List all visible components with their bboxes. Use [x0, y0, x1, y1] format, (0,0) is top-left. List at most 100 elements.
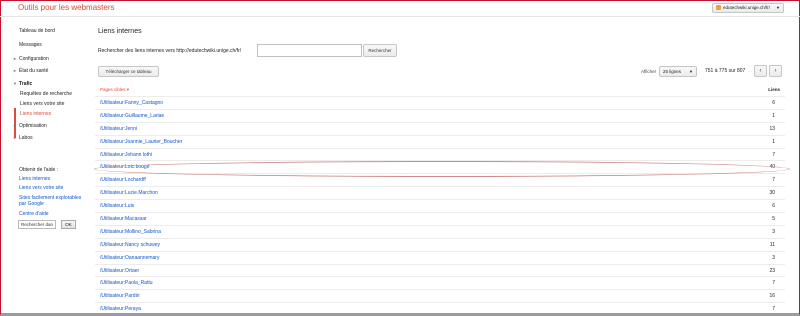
- link-count: 23: [769, 267, 775, 274]
- sidebar-item-optimisation[interactable]: ► Optimisation: [13, 123, 47, 129]
- column-header-links: Liens: [768, 87, 780, 92]
- link-count: 13: [769, 125, 775, 132]
- main-content: Liens internes Rechercher des liens inte…: [88, 17, 800, 313]
- table-row: /Utilisateur:Macassar 5: [95, 212, 785, 225]
- sidebar-item-configuration[interactable]: ► Configuration: [13, 56, 49, 62]
- chevron-down-icon: ▼: [776, 5, 780, 10]
- column-header-target-pages[interactable]: Pages cibles ▾: [100, 87, 129, 93]
- table-row: /Utilisateur:Paola_Rattu 7: [95, 276, 785, 289]
- target-page-link[interactable]: /Utilisateur:Nancy schuwey: [100, 242, 160, 248]
- search-label: Rechercher des liens internes vers http:…: [98, 48, 242, 54]
- target-page-link[interactable]: /Utilisateur:Johann lothi: [100, 152, 152, 158]
- chevron-right-icon: ►: [13, 68, 17, 73]
- target-page-link[interactable]: /Utilisateur:Paola_Rattu: [100, 280, 153, 286]
- top-bar: Outils pour les webmasters edutechwiki.u…: [0, 0, 800, 17]
- search-button[interactable]: Rechercher: [363, 44, 397, 57]
- table-row: /Utilisateur:Johann lothi 7: [95, 147, 785, 161]
- sidebar-item-dashboard[interactable]: Tableau de bord: [19, 28, 55, 34]
- chevron-down-icon: ▼: [689, 69, 693, 74]
- sidebar-item-search-queries[interactable]: Requêtes de recherche: [20, 91, 72, 97]
- table-row: /Utilisateur:Lochardff 7: [95, 173, 785, 186]
- link-count: 5: [772, 216, 775, 223]
- link-count: 7: [772, 177, 775, 184]
- sidebar-item-health[interactable]: ► État du santé: [13, 68, 49, 74]
- target-page-link[interactable]: /Utilisateur:Mollino_Sabrina: [100, 229, 161, 235]
- download-table-button[interactable]: Télécharger ce tableau: [98, 66, 159, 77]
- link-count: 11: [769, 241, 775, 248]
- help-link-links-to-site[interactable]: Liens vers votre site: [19, 185, 63, 191]
- site-selector[interactable]: edutechwiki.unige.ch/fr/ ▼: [712, 3, 784, 13]
- table-row: /Utilisateur:Guillaume_Lariae 1: [95, 108, 785, 122]
- link-count: 1: [772, 112, 775, 119]
- target-page-link[interactable]: /Utilisateur:Macassar: [100, 216, 147, 222]
- link-count: 1: [772, 138, 775, 145]
- help-link-crawlable-sites[interactable]: Sites facilement explorables par Google: [19, 195, 83, 207]
- table-row: /Utilisateur:Joannie_Laurier_Boucher 1: [95, 134, 785, 148]
- chevron-right-icon: ►: [13, 56, 17, 61]
- target-page-link[interactable]: /Utilisateur:Joannie_Laurier_Boucher: [100, 139, 182, 145]
- site-favicon-icon: [716, 5, 721, 11]
- search-input[interactable]: [257, 44, 362, 57]
- sidebar-item-links-to-site[interactable]: Liens vers votre site: [20, 101, 64, 107]
- help-link-internal-links[interactable]: Liens internes: [19, 176, 50, 182]
- page-title: Liens internes: [98, 28, 142, 35]
- target-page-link[interactable]: /Utilisateur:Lochardff: [100, 177, 146, 183]
- target-page-link[interactable]: /Utilisateur:Guillaume_Lariae: [100, 113, 164, 119]
- table-row: /Utilisateur:Fanny_Castagno 6: [95, 96, 785, 109]
- link-count: 6: [772, 100, 775, 106]
- pagination-range: 751 à 775 sur 807: [705, 68, 746, 74]
- chevron-right-icon: ►: [13, 123, 17, 128]
- link-count: 7: [772, 306, 775, 313]
- link-count: 6: [772, 203, 775, 210]
- sidebar-item-label: Labos: [19, 135, 33, 141]
- sidebar-item-internal-links[interactable]: Liens internes: [20, 111, 51, 117]
- sidebar-item-label: Optimisation: [19, 123, 47, 129]
- sidebar-item-messages[interactable]: Messages: [19, 42, 42, 48]
- next-page-button[interactable]: ›: [769, 65, 782, 77]
- app-title[interactable]: Outils pour les webmasters: [18, 3, 114, 12]
- link-count: 16: [769, 293, 775, 300]
- table-row: /Utilisateur:Lucie.Marchon 30: [95, 186, 785, 199]
- target-page-link[interactable]: /Utilisateur:Lucie.Marchon: [100, 190, 158, 196]
- link-count: 3: [772, 228, 775, 235]
- sidebar-item-labs[interactable]: ► Labos: [13, 135, 33, 141]
- table-row: /Utilisateur:Ortaer 23: [95, 263, 785, 277]
- sidebar-item-label: État du santé: [19, 68, 49, 74]
- table-row: /Utilisateur:Peraya 7: [95, 302, 785, 315]
- link-count: 30: [769, 190, 775, 197]
- help-search-input[interactable]: Rechercher dan: [18, 220, 56, 229]
- help-link-help-center[interactable]: Centre d'aide: [19, 211, 49, 217]
- previous-page-button[interactable]: ‹: [754, 65, 767, 77]
- target-page-link[interactable]: /Utilisateur:Fanny_Castagno: [100, 100, 163, 106]
- link-count: 3: [772, 254, 775, 261]
- chevron-down-icon: ▼: [13, 81, 17, 86]
- table-row: /Utilisateur:Oanaannemary 3: [95, 250, 785, 264]
- table-row: /Utilisateur:Luis 6: [95, 199, 785, 212]
- sidebar-item-traffic[interactable]: ▼ Trafic: [13, 81, 33, 87]
- target-page-link[interactable]: /Utilisateur:Pardiri: [100, 293, 139, 299]
- table-row: /Utilisateur:Loic.bougé 40: [95, 160, 785, 173]
- table-row: /Utilisateur:Nancy schuwey 11: [95, 237, 785, 251]
- target-page-link[interactable]: /Utilisateur:Oanaannemary: [100, 255, 159, 261]
- help-title: Obtenir de l'aide :: [19, 167, 59, 173]
- target-page-link[interactable]: /Utilisateur:Loic.bougé: [100, 164, 149, 170]
- link-count: 7: [772, 151, 775, 158]
- help-ok-button[interactable]: OK: [61, 220, 76, 229]
- link-count: 7: [772, 280, 775, 287]
- sidebar-item-label: Trafic: [19, 81, 33, 87]
- rows-per-page-select[interactable]: 25 lignes ▼: [659, 66, 697, 77]
- rows-per-page-value: 25 lignes: [663, 69, 682, 74]
- table-row: /Utilisateur:Mollino_Sabrina 3: [95, 224, 785, 238]
- links-table: /Utilisateur:Fanny_Castagno 6/Utilisateur…: [95, 96, 785, 315]
- target-page-link[interactable]: /Utilisateur:Jenni: [100, 126, 137, 132]
- show-label: Afficher: [641, 69, 657, 74]
- site-selector-label: edutechwiki.unige.ch/fr/: [723, 5, 771, 10]
- table-row: /Utilisateur:Pardiri 16: [95, 289, 785, 302]
- sidebar: Tableau de bord Messages ► Configuration …: [0, 17, 88, 313]
- table-row: /Utilisateur:Jenni 13: [95, 121, 785, 135]
- target-page-link[interactable]: /Utilisateur:Luis: [100, 203, 134, 209]
- target-page-link[interactable]: /Utilisateur:Ortaer: [100, 268, 139, 274]
- chevron-right-icon: ►: [13, 135, 17, 140]
- target-page-link[interactable]: /Utilisateur:Peraya: [100, 306, 141, 312]
- sidebar-item-label: Configuration: [19, 56, 49, 62]
